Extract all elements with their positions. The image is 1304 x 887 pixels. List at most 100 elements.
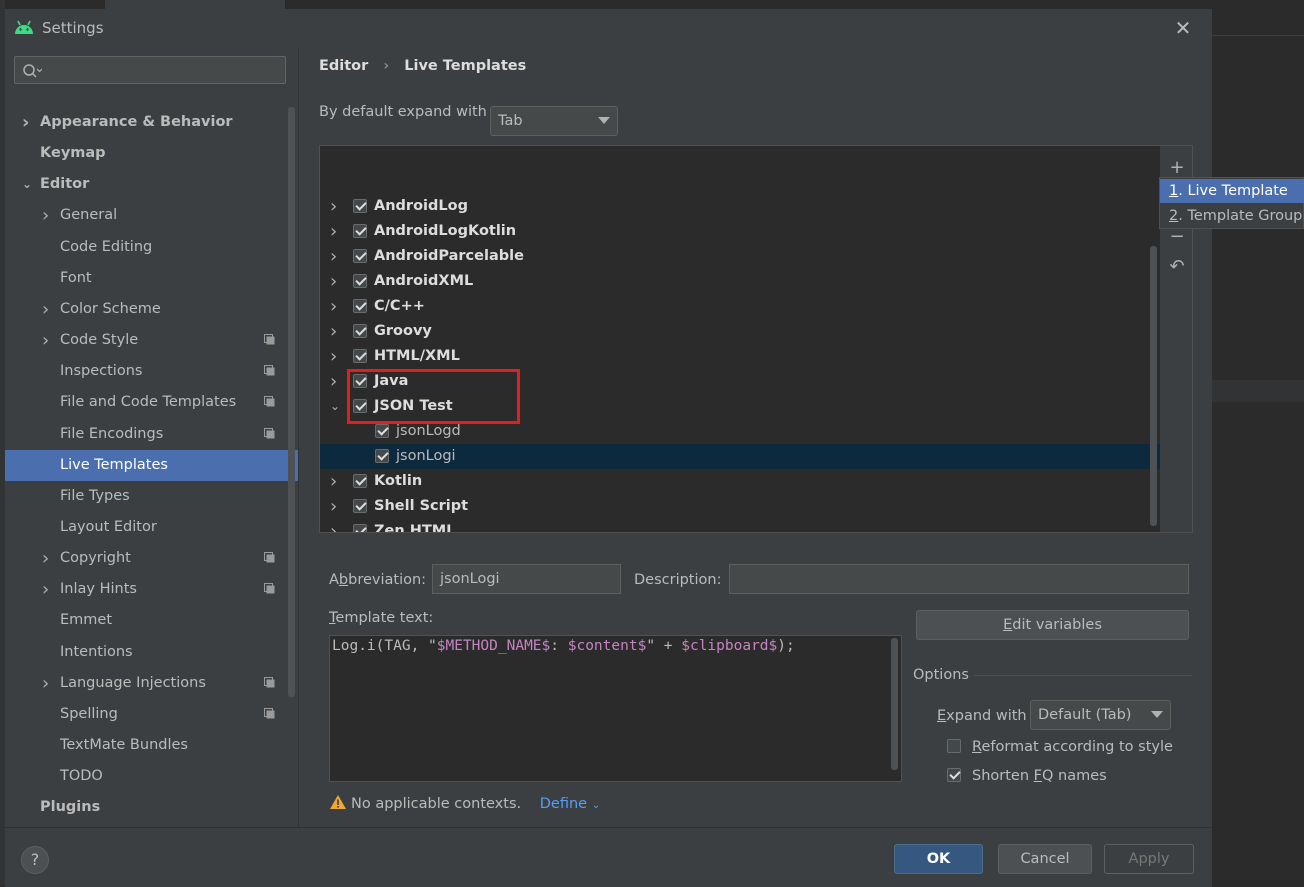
chevron-right-icon[interactable]: ›	[330, 244, 337, 269]
search-input[interactable]	[14, 56, 286, 84]
sidebar-item-editor[interactable]: ⌄ Editor	[5, 169, 298, 200]
popup-item-template-group[interactable]: 2. Template Group...	[1160, 204, 1304, 228]
sidebar-item-layout-editor[interactable]: Layout Editor	[5, 512, 298, 543]
expand-with-option-label: Expand with	[937, 708, 1027, 724]
templates-scrollbar[interactable]	[1150, 246, 1157, 526]
template-enabled-checkbox[interactable]	[353, 274, 367, 288]
abbreviation-field[interactable]: jsonLogi	[432, 564, 621, 594]
sidebar-item-keymap[interactable]: Keymap	[5, 138, 298, 169]
undo-icon[interactable]: ↶	[1169, 256, 1184, 277]
sidebar-item-font[interactable]: Font	[5, 263, 298, 294]
sidebar-item-file-types[interactable]: File Types	[5, 481, 298, 512]
editor-scrollbar[interactable]	[891, 638, 898, 770]
template-group-shell-script[interactable]: › Shell Script	[320, 494, 1160, 519]
template-text-editor[interactable]: Log.i(TAG, "$METHOD_NAME$: $content$" + …	[329, 635, 902, 782]
reformat-checkbox-box[interactable]	[947, 739, 961, 753]
template-code[interactable]: Log.i(TAG, "$METHOD_NAME$: $content$" + …	[332, 638, 795, 654]
chevron-right-icon[interactable]: ›	[42, 294, 49, 325]
chevron-right-icon[interactable]: ›	[42, 574, 49, 605]
restore-defaults-button[interactable]: ↶	[1166, 256, 1188, 278]
apply-button[interactable]: Apply	[1104, 844, 1194, 874]
sidebar-item-copyright[interactable]: › Copyright	[5, 543, 298, 574]
expand-with-combo[interactable]: Default (Tab)	[1030, 700, 1171, 730]
sidebar-scrollbar[interactable]	[288, 107, 295, 697]
template-enabled-checkbox[interactable]	[353, 524, 367, 532]
template-enabled-checkbox[interactable]	[353, 349, 367, 363]
help-button[interactable]: ?	[21, 846, 49, 874]
template-enabled-checkbox[interactable]	[375, 424, 389, 438]
cancel-button[interactable]: Cancel	[998, 844, 1092, 874]
define-link[interactable]: Define ⌄	[540, 796, 600, 812]
template-enabled-checkbox[interactable]	[353, 224, 367, 238]
chevron-right-icon[interactable]: ›	[330, 369, 337, 394]
sidebar-item-inspections[interactable]: Inspections	[5, 356, 298, 387]
ok-button[interactable]: OK	[894, 844, 983, 874]
template-enabled-checkbox[interactable]	[353, 199, 367, 213]
default-expand-combo[interactable]: Tab	[490, 106, 618, 136]
close-icon[interactable]: ✕	[1175, 16, 1192, 40]
chevron-right-icon[interactable]: ›	[330, 319, 337, 344]
template-enabled-checkbox[interactable]	[375, 449, 389, 463]
chevron-right-icon[interactable]: ›	[42, 543, 49, 574]
sidebar-item-color-scheme[interactable]: › Color Scheme	[5, 294, 298, 325]
template-enabled-checkbox[interactable]	[353, 474, 367, 488]
minus-icon[interactable]: −	[1169, 226, 1184, 247]
chevron-right-icon[interactable]: ›	[42, 325, 49, 356]
sidebar-item-emmet[interactable]: Emmet	[5, 605, 298, 636]
close-button[interactable]: ✕	[1171, 17, 1195, 41]
sidebar-item-language-injections[interactable]: › Language Injections	[5, 668, 298, 699]
chevron-right-icon[interactable]: ›	[42, 668, 49, 699]
sidebar-item-code-editing[interactable]: Code Editing	[5, 232, 298, 263]
sidebar-item-label: Appearance & Behavior	[40, 114, 233, 130]
template-enabled-checkbox[interactable]	[353, 499, 367, 513]
edit-variables-button[interactable]: Edit variables	[916, 610, 1189, 640]
breadcrumb-parent[interactable]: Editor	[319, 58, 368, 74]
chevron-down-icon[interactable]: ⌄	[22, 169, 32, 200]
sidebar-item-plugins[interactable]: Plugins	[5, 792, 298, 823]
add-button[interactable]: +	[1166, 157, 1188, 179]
template-item-jsonlogi[interactable]: jsonLogi	[320, 444, 1160, 469]
sidebar-item-live-templates[interactable]: Live Templates	[5, 449, 298, 481]
sidebar-item-appearance-behavior[interactable]: › Appearance & Behavior	[5, 107, 298, 138]
sidebar-item-file-encodings[interactable]: File Encodings	[5, 419, 298, 450]
template-group-kotlin[interactable]: › Kotlin	[320, 469, 1160, 494]
template-enabled-checkbox[interactable]	[353, 249, 367, 263]
template-group-androidxml[interactable]: › AndroidXML	[320, 269, 1160, 294]
chevron-right-icon[interactable]: ›	[330, 519, 337, 532]
popup-item-live-template[interactable]: 1. Live Template	[1160, 179, 1304, 203]
sidebar-item-general[interactable]: › General	[5, 200, 298, 231]
shorten-fq-checkbox-box[interactable]	[947, 768, 961, 782]
remove-button[interactable]: −	[1166, 226, 1188, 248]
chevron-right-icon[interactable]: ›	[22, 107, 29, 138]
chevron-right-icon[interactable]: ›	[330, 219, 337, 244]
template-group-androidparcelable[interactable]: › AndroidParcelable	[320, 244, 1160, 269]
sidebar-item-intentions[interactable]: Intentions	[5, 637, 298, 668]
sidebar-item-file-and-code-templates[interactable]: File and Code Templates	[5, 387, 298, 418]
chevron-right-icon[interactable]: ›	[330, 194, 337, 219]
project-settings-icon	[264, 676, 275, 688]
sidebar-item-inlay-hints[interactable]: › Inlay Hints	[5, 574, 298, 605]
chevron-right-icon[interactable]: ›	[330, 269, 337, 294]
chevron-down-icon[interactable]: ⌄	[330, 394, 340, 419]
template-enabled-checkbox[interactable]	[353, 299, 367, 313]
template-group-androidlog[interactable]: › AndroidLog	[320, 194, 1160, 219]
template-group-groovy[interactable]: › Groovy	[320, 319, 1160, 344]
sidebar-item-todo[interactable]: TODO	[5, 761, 298, 792]
chevron-right-icon[interactable]: ›	[330, 344, 337, 369]
sidebar-item-spelling[interactable]: Spelling	[5, 699, 298, 730]
chevron-down-icon[interactable]: ⌄	[592, 800, 600, 811]
template-enabled-checkbox[interactable]	[353, 324, 367, 338]
plus-icon[interactable]: +	[1169, 157, 1184, 178]
template-group-html-xml[interactable]: › HTML/XML	[320, 344, 1160, 369]
description-field[interactable]	[729, 564, 1189, 594]
template-group-androidlogkotlin[interactable]: › AndroidLogKotlin	[320, 219, 1160, 244]
chevron-right-icon[interactable]: ›	[330, 494, 337, 519]
template-group-c-c-[interactable]: › C/C++	[320, 294, 1160, 319]
template-group-zen-html[interactable]: › Zen HTML	[320, 519, 1160, 532]
chevron-right-icon[interactable]: ›	[42, 200, 49, 231]
sidebar-item-code-style[interactable]: › Code Style	[5, 325, 298, 356]
chevron-right-icon[interactable]: ›	[330, 469, 337, 494]
help-icon[interactable]: ?	[31, 850, 40, 869]
chevron-right-icon[interactable]: ›	[330, 294, 337, 319]
sidebar-item-textmate-bundles[interactable]: TextMate Bundles	[5, 730, 298, 761]
